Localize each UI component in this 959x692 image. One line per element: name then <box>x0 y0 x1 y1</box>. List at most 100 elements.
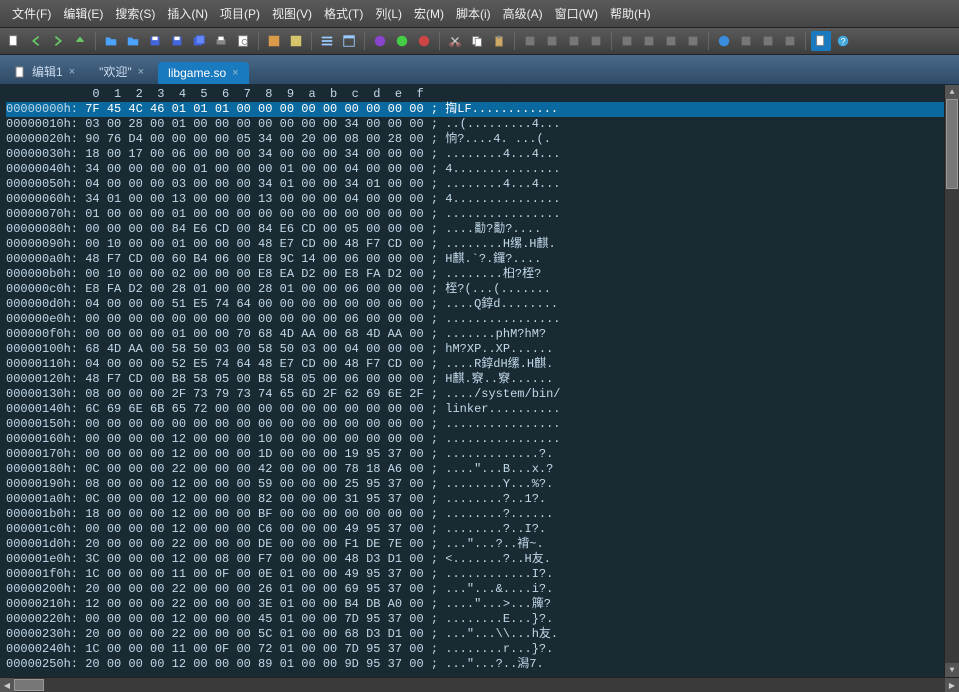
hex-row[interactable]: 00000060h: 34 01 00 00 13 00 00 00 13 00… <box>6 192 944 207</box>
hex-row[interactable]: 000000f0h: 00 00 00 00 01 00 00 70 68 4D… <box>6 327 944 342</box>
hex-content[interactable]: 0 1 2 3 4 5 6 7 8 9 a b c d e f00000000h… <box>0 85 944 677</box>
green-dot-button[interactable] <box>392 31 412 51</box>
hex-row[interactable]: 000001f0h: 1C 00 00 00 11 00 0F 00 0E 01… <box>6 567 944 582</box>
scroll-left-icon[interactable]: ◀ <box>0 678 14 692</box>
tool-3-button[interactable] <box>564 31 584 51</box>
hex-row[interactable]: 000000d0h: 04 00 00 00 51 E5 74 64 00 00… <box>6 297 944 312</box>
hex-row[interactable]: 00000180h: 0C 00 00 00 22 00 00 00 42 00… <box>6 462 944 477</box>
folder-button[interactable] <box>123 31 143 51</box>
hex-row[interactable]: 00000160h: 00 00 00 00 12 00 00 00 10 00… <box>6 432 944 447</box>
hex-row[interactable]: 000001d0h: 20 00 00 00 22 00 00 00 DE 00… <box>6 537 944 552</box>
open-button[interactable] <box>101 31 121 51</box>
menu-item-5[interactable]: 视图(V) <box>266 3 318 24</box>
nav-up-button[interactable] <box>70 31 90 51</box>
red-dot-button[interactable] <box>414 31 434 51</box>
preview-button[interactable] <box>233 31 253 51</box>
close-icon[interactable]: × <box>138 66 144 78</box>
hex-row[interactable]: 00000130h: 08 00 00 00 2F 73 79 73 74 65… <box>6 387 944 402</box>
hscroll-thumb[interactable] <box>14 679 44 691</box>
hscroll-track[interactable] <box>14 678 945 692</box>
menu-item-8[interactable]: 宏(M) <box>408 3 450 24</box>
hex-row[interactable]: 000001e0h: 3C 00 00 00 12 00 08 00 F7 00… <box>6 552 944 567</box>
menu-item-4[interactable]: 项目(P) <box>214 3 266 24</box>
hex-row[interactable]: 00000030h: 18 00 17 00 06 00 00 00 34 00… <box>6 147 944 162</box>
menu-item-7[interactable]: 列(L) <box>369 3 408 24</box>
tab-0[interactable]: 编辑1× <box>4 59 85 84</box>
paste-button[interactable] <box>489 31 509 51</box>
hex-row[interactable]: 00000070h: 01 00 00 00 01 00 00 00 00 00… <box>6 207 944 222</box>
hex-row[interactable]: 000001a0h: 0C 00 00 00 12 00 00 00 82 00… <box>6 492 944 507</box>
hex-row[interactable]: 00000140h: 6C 69 6E 6B 65 72 00 00 00 00… <box>6 402 944 417</box>
close-icon[interactable]: × <box>232 67 238 79</box>
tool-8-button[interactable] <box>683 31 703 51</box>
close-icon[interactable]: × <box>69 66 75 78</box>
menu-item-3[interactable]: 插入(N) <box>161 3 214 24</box>
view-list-button[interactable] <box>317 31 337 51</box>
toggle-b-button[interactable] <box>286 31 306 51</box>
hex-row[interactable]: 000000c0h: E8 FA D2 00 28 01 00 00 28 01… <box>6 282 944 297</box>
tab-2[interactable]: libgame.so× <box>158 62 248 84</box>
hex-row[interactable]: 00000120h: 48 F7 CD 00 B8 58 05 00 B8 58… <box>6 372 944 387</box>
hex-row[interactable]: 00000210h: 12 00 00 00 22 00 00 00 3E 01… <box>6 597 944 612</box>
hex-row[interactable]: 00000040h: 34 00 00 00 00 01 00 00 00 01… <box>6 162 944 177</box>
purple-dot-button[interactable] <box>370 31 390 51</box>
menu-item-6[interactable]: 格式(T) <box>318 3 369 24</box>
globe-button[interactable] <box>714 31 734 51</box>
hex-row[interactable]: 000000e0h: 00 00 00 00 00 00 00 00 00 00… <box>6 312 944 327</box>
hex-row[interactable]: 00000090h: 00 10 00 00 01 00 00 00 48 E7… <box>6 237 944 252</box>
hex-row[interactable]: 000001b0h: 18 00 00 00 12 00 00 00 BF 00… <box>6 507 944 522</box>
scroll-right-icon[interactable]: ▶ <box>945 678 959 692</box>
hex-row[interactable]: 000000b0h: 00 10 00 00 02 00 00 00 E8 EA… <box>6 267 944 282</box>
hex-row[interactable]: 00000170h: 00 00 00 00 12 00 00 00 1D 00… <box>6 447 944 462</box>
tool-2-button[interactable] <box>542 31 562 51</box>
hex-row[interactable]: 000001c0h: 00 00 00 00 12 00 00 00 C6 00… <box>6 522 944 537</box>
menu-item-12[interactable]: 帮助(H) <box>604 3 657 24</box>
tool-7-button[interactable] <box>661 31 681 51</box>
save-button[interactable] <box>145 31 165 51</box>
tool-5-button[interactable] <box>617 31 637 51</box>
hex-row[interactable]: 00000080h: 00 00 00 00 84 E6 CD 00 84 E6… <box>6 222 944 237</box>
copy-button[interactable] <box>467 31 487 51</box>
new-file-button[interactable] <box>4 31 24 51</box>
hex-row[interactable]: 00000110h: 04 00 00 00 52 E5 74 64 48 E7… <box>6 357 944 372</box>
hex-row[interactable]: 00000200h: 20 00 00 00 22 00 00 00 26 01… <box>6 582 944 597</box>
hex-row[interactable]: 00000250h: 20 00 00 00 12 00 00 00 89 01… <box>6 657 944 672</box>
hex-row[interactable]: 00000000h: 7F 45 4C 46 01 01 01 00 00 00… <box>6 102 944 117</box>
hex-row[interactable]: 00000050h: 04 00 00 00 03 00 00 00 34 01… <box>6 177 944 192</box>
menu-item-9[interactable]: 脚本(i) <box>450 3 497 24</box>
tool-11-button[interactable] <box>780 31 800 51</box>
hex-row[interactable]: 00000010h: 03 00 28 00 01 00 00 00 00 00… <box>6 117 944 132</box>
scroll-thumb[interactable] <box>946 99 958 189</box>
saveall-button[interactable] <box>189 31 209 51</box>
tool-9-button[interactable] <box>736 31 756 51</box>
view-window-button[interactable] <box>339 31 359 51</box>
vertical-scrollbar[interactable]: ▲ ▼ <box>944 85 959 677</box>
horizontal-scrollbar[interactable]: ◀ ▶ <box>0 677 959 692</box>
hex-row[interactable]: 00000020h: 90 76 D4 00 00 00 00 05 34 00… <box>6 132 944 147</box>
highlight-blue-button[interactable] <box>811 31 831 51</box>
hex-row[interactable]: 00000150h: 00 00 00 00 00 00 00 00 00 00… <box>6 417 944 432</box>
menu-item-1[interactable]: 编辑(E) <box>57 3 109 24</box>
hex-row[interactable]: 00000190h: 08 00 00 00 12 00 00 00 59 00… <box>6 477 944 492</box>
hex-row[interactable]: 00000240h: 1C 00 00 00 11 00 0F 00 72 01… <box>6 642 944 657</box>
help-button[interactable]: ? <box>833 31 853 51</box>
tab-1[interactable]: "欢迎"× <box>89 59 154 84</box>
scroll-down-icon[interactable]: ▼ <box>945 663 959 677</box>
saveas-button[interactable] <box>167 31 187 51</box>
menu-item-10[interactable]: 高级(A) <box>497 3 549 24</box>
toggle-a-button[interactable] <box>264 31 284 51</box>
menu-item-0[interactable]: 文件(F) <box>6 3 57 24</box>
tool-10-button[interactable] <box>758 31 778 51</box>
hex-row[interactable]: 00000100h: 68 4D AA 00 58 50 03 00 58 50… <box>6 342 944 357</box>
tool-1-button[interactable] <box>520 31 540 51</box>
tool-6-button[interactable] <box>639 31 659 51</box>
tool-4-button[interactable] <box>586 31 606 51</box>
print-button[interactable] <box>211 31 231 51</box>
hex-row[interactable]: 00000220h: 00 00 00 00 12 00 00 00 45 01… <box>6 612 944 627</box>
hex-row[interactable]: 000000a0h: 48 F7 CD 00 60 B4 06 00 E8 9C… <box>6 252 944 267</box>
hex-row[interactable]: 00000230h: 20 00 00 00 22 00 00 00 5C 01… <box>6 627 944 642</box>
nav-back-button[interactable] <box>26 31 46 51</box>
nav-fwd-button[interactable] <box>48 31 68 51</box>
cut-button[interactable] <box>445 31 465 51</box>
menu-item-11[interactable]: 窗口(W) <box>549 3 604 24</box>
